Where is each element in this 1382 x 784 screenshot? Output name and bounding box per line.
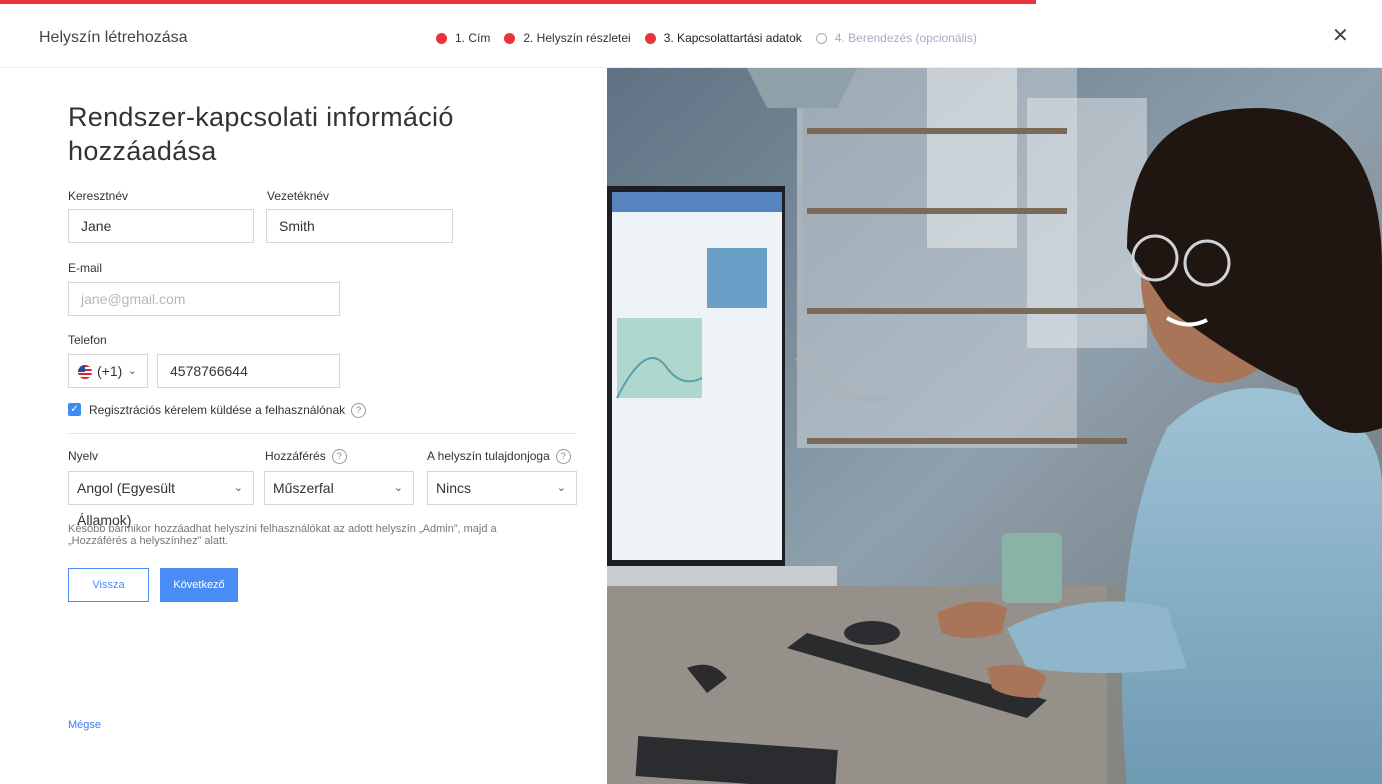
wizard-steps: 1. Cím 2. Helyszín részletei 3. Kapcsola… <box>436 31 991 45</box>
last-name-label: Vezetéknév <box>267 189 330 203</box>
access-label-wrap: Hozzáférés? <box>265 449 347 465</box>
step-done-icon <box>504 32 516 44</box>
wizard-header: Helyszín létrehozása 1. Cím 2. Helyszín … <box>0 4 1382 68</box>
close-icon[interactable]: ✕ <box>1332 26 1349 46</box>
help-note: Később bármikor hozzáadhat helyszíni fel… <box>68 523 497 547</box>
step-3[interactable]: 3. Kapcsolattartási adatok <box>644 31 802 45</box>
page-title: Rendszer-kapcsolati információ hozzáadás… <box>68 102 454 166</box>
help-icon[interactable]: ? <box>555 449 571 465</box>
step-2-label: 2. Helyszín részletei <box>523 31 631 45</box>
back-button[interactable]: Vissza <box>68 568 149 602</box>
first-name-label: Keresztnév <box>68 189 129 203</box>
step-4-label: 4. Berendezés (opcionális) <box>834 31 977 45</box>
next-button[interactable]: Következő <box>160 568 238 602</box>
language-label: Nyelv <box>68 449 99 463</box>
wizard-title: Helyszín létrehozása <box>39 29 188 46</box>
divider <box>68 433 576 434</box>
last-name-input[interactable]: Smith <box>266 209 453 243</box>
country-code-label: (+1) <box>97 363 123 379</box>
ownership-select-value: Nincs <box>436 480 472 496</box>
registration-checkbox-text: Regisztrációs kérelem küldése a felhaszn… <box>89 403 346 417</box>
email-label: E-mail <box>68 261 103 275</box>
step-pending-icon <box>815 32 827 44</box>
registration-checkbox[interactable]: ✓ <box>68 403 81 416</box>
ownership-label: A helyszín tulajdonjoga <box>427 449 550 463</box>
access-select[interactable]: Műszerfal ⌄ <box>264 471 414 505</box>
step-1-label: 1. Cím <box>455 31 491 45</box>
step-4[interactable]: 4. Berendezés (opcionális) <box>815 31 977 45</box>
phone-label: Telefon <box>68 333 107 347</box>
phone-input[interactable]: 4578766644 <box>157 354 340 388</box>
chevron-down-icon: ⌄ <box>556 482 566 494</box>
step-current-icon <box>644 32 656 44</box>
hero-photo <box>607 68 1382 784</box>
chevron-down-icon: ⌄ <box>233 482 243 494</box>
us-flag-icon <box>78 365 92 380</box>
hero-photo-illustration <box>607 68 1382 784</box>
step-3-label: 3. Kapcsolattartási adatok <box>663 31 802 45</box>
ownership-select[interactable]: Nincs ⌄ <box>427 471 577 505</box>
registration-checkbox-label: Regisztrációs kérelem küldése a felhaszn… <box>89 403 367 419</box>
access-label: Hozzáférés <box>265 449 326 463</box>
step-done-icon <box>436 32 447 44</box>
help-icon[interactable]: ? <box>351 403 367 419</box>
language-select[interactable]: Angol (Egyesült Államok) ⌄ <box>68 471 254 528</box>
step-2[interactable]: 2. Helyszín részletei <box>504 31 631 45</box>
chevron-down-icon: ⌄ <box>393 482 403 494</box>
step-1[interactable]: 1. Cím <box>436 31 490 45</box>
chevron-down-icon: ⌄ <box>127 365 137 377</box>
email-input[interactable]: jane@gmail.com <box>68 282 340 316</box>
help-icon[interactable]: ? <box>331 449 347 465</box>
language-select-value: Angol (Egyesült Államok) <box>77 480 176 528</box>
country-code-select[interactable]: (+1) ⌄ <box>68 354 148 388</box>
ownership-label-wrap: A helyszín tulajdonjoga? <box>427 449 571 465</box>
first-name-input[interactable]: Jane <box>68 209 254 243</box>
access-select-value: Műszerfal <box>273 480 334 496</box>
cancel-link[interactable]: Mégse <box>68 719 101 731</box>
